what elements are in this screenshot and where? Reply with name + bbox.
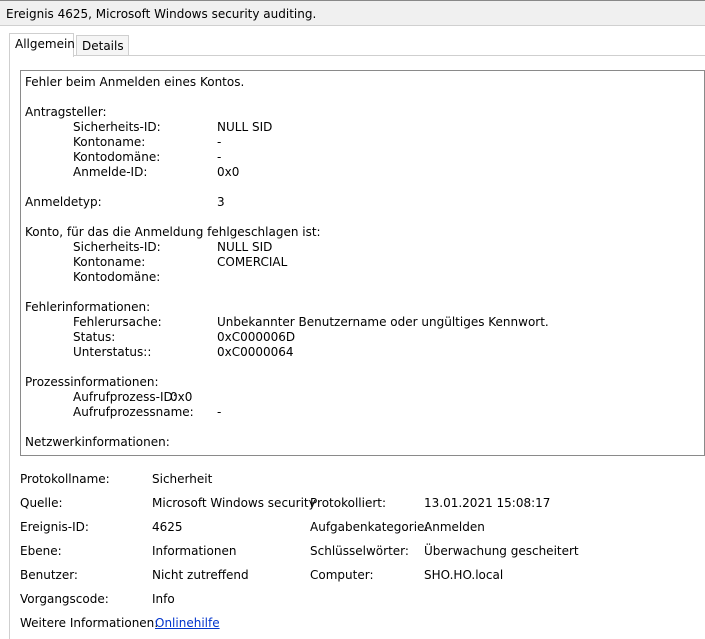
level-label: Ebene: [20, 544, 62, 558]
more-info-label: Weitere Informationen: [20, 616, 159, 630]
process-id-value: 0x0 [170, 390, 193, 404]
log-name-label: Protokollname: [20, 472, 110, 486]
account-name-value: COMERCIAL [217, 255, 288, 269]
failure-header: Fehlerinformationen: [25, 300, 151, 314]
failure-status-label: Status: [73, 330, 116, 344]
logon-type-value: 3 [217, 195, 225, 209]
failure-status-value: 0xC000006D [217, 330, 296, 344]
event-headline: Fehler beim Anmelden eines Kontos. [25, 75, 245, 89]
subject-domain-value: - [217, 150, 222, 164]
subject-sid-value: NULL SID [217, 120, 273, 134]
account-header: Konto, für das die Anmeldung fehlgeschla… [25, 225, 321, 239]
level-value: Informationen [152, 544, 237, 558]
tab-details[interactable]: Details [76, 35, 129, 56]
failure-reason-label: Fehlerursache: [73, 315, 162, 329]
subject-sid-label: Sicherheits-ID: [73, 120, 161, 134]
logon-type-label: Anmeldetyp: [25, 195, 102, 209]
process-id-label: Aufrufprozess-ID: [73, 390, 177, 404]
source-value: Microsoft Windows security [152, 496, 316, 510]
failure-reason-value: Unbekannter Benutzername oder ungültiges… [217, 315, 549, 329]
task-category-value: Anmelden [424, 520, 485, 534]
online-help-link[interactable]: Onlinehilfe [155, 616, 220, 631]
process-header: Prozessinformationen: [25, 375, 159, 389]
process-name-label: Aufrufprozessname: [73, 405, 194, 419]
source-label: Quelle: [20, 496, 63, 510]
event-id-label: Ereignis-ID: [20, 520, 89, 534]
failure-substatus-value: 0xC0000064 [217, 345, 294, 359]
log-name-value: Sicherheit [152, 472, 213, 486]
event-description-textbox[interactable]: Fehler beim Anmelden eines Kontos. Antra… [20, 70, 705, 456]
user-label: Benutzer: [20, 568, 78, 582]
subject-domain-label: Kontodomäne: [73, 150, 161, 164]
process-name-value: - [217, 405, 222, 419]
computer-value: SHO.HO.local [424, 568, 504, 582]
window-title-bar: Ereignis 4625, Microsoft Windows securit… [0, 0, 705, 26]
window-title: Ereignis 4625, Microsoft Windows securit… [6, 7, 317, 21]
keywords-value: Überwachung gescheitert [424, 544, 579, 558]
logged-value: 13.01.2021 15:08:17 [424, 496, 551, 510]
account-sid-label: Sicherheits-ID: [73, 240, 161, 254]
failure-substatus-label: Unterstatus:: [73, 345, 152, 359]
subject-account-label: Kontoname: [73, 135, 146, 149]
network-header: Netzwerkinformationen: [25, 435, 170, 449]
opcode-value: Info [152, 592, 175, 606]
computer-label: Computer: [310, 568, 374, 582]
user-value: Nicht zutreffend [152, 568, 249, 582]
subject-logon-id-label: Anmelde-ID: [73, 165, 148, 179]
event-id-value: 4625 [152, 520, 183, 534]
account-domain-label: Kontodomäne: [73, 270, 161, 284]
tab-allgemein[interactable]: Allgemein [9, 33, 75, 57]
task-category-label: Aufgabenkategorie: [310, 520, 429, 534]
subject-header: Antragsteller: [25, 105, 107, 119]
opcode-label: Vorgangscode: [20, 592, 109, 606]
keywords-label: Schlüsselwörter: [310, 544, 409, 558]
account-sid-value: NULL SID [217, 240, 273, 254]
logged-label: Protokolliert: [310, 496, 387, 510]
account-name-label: Kontoname: [73, 255, 146, 269]
subject-logon-id-value: 0x0 [217, 165, 240, 179]
subject-account-value: - [217, 135, 222, 149]
